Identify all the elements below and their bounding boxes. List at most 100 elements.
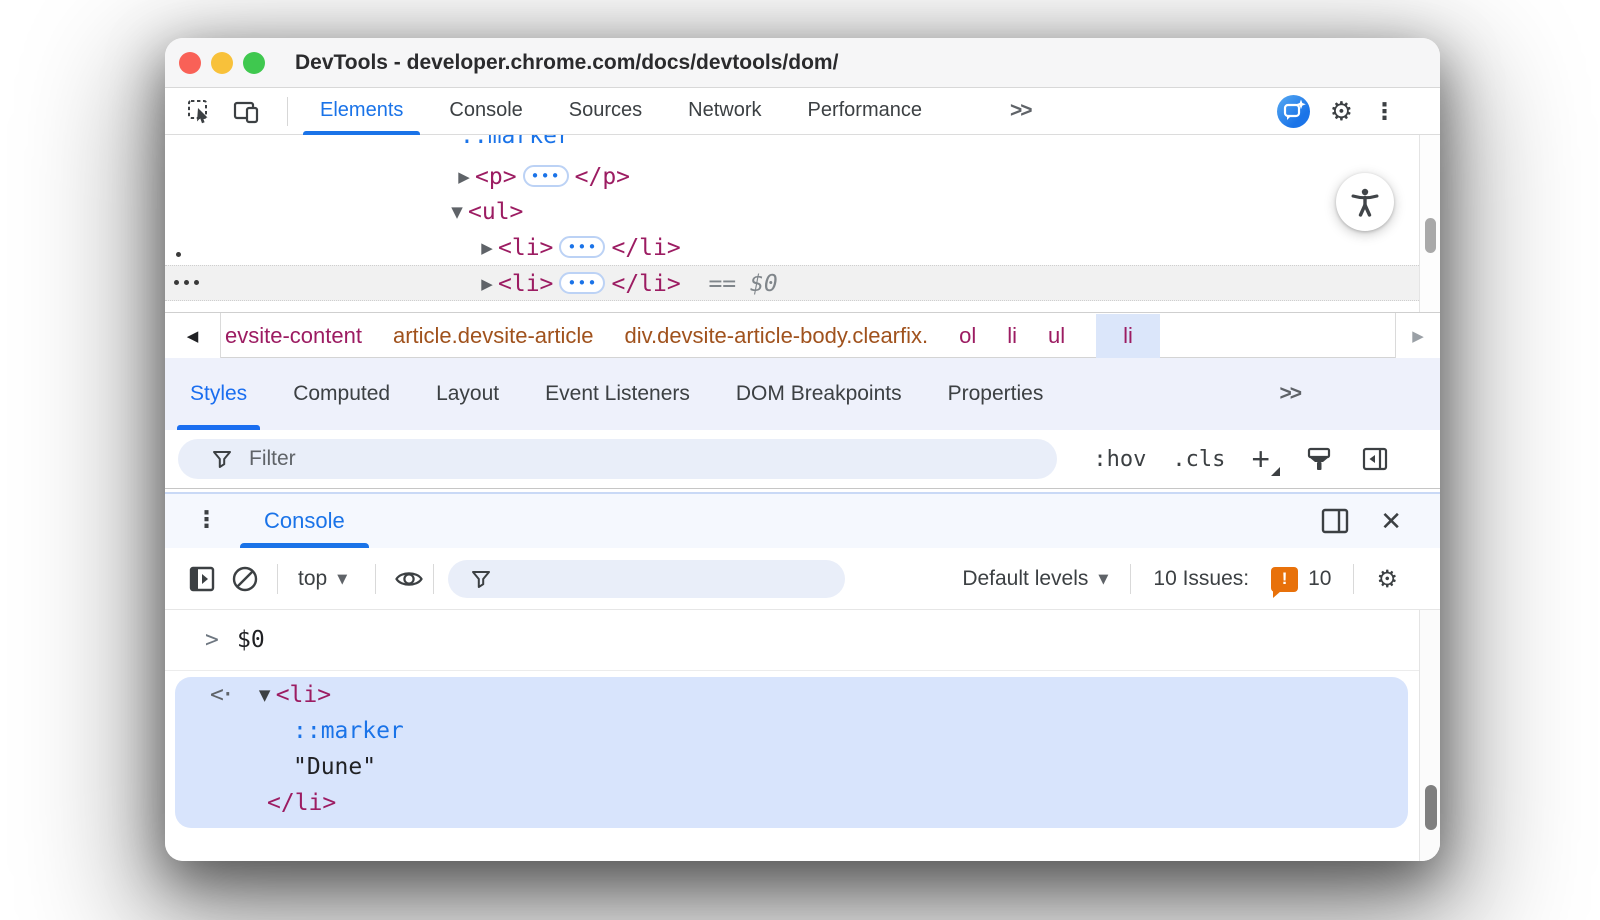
show-console-sidebar-icon[interactable]	[187, 548, 217, 610]
tab-styles[interactable]: Styles	[167, 358, 270, 430]
gutter-dot	[194, 280, 199, 285]
window-title: DevTools - developer.chrome.com/docs/dev…	[295, 38, 838, 88]
inline-expand-icon[interactable]: •••	[559, 272, 605, 294]
titlebar: DevTools - developer.chrome.com/docs/dev…	[165, 38, 1440, 88]
inspect-element-icon[interactable]	[185, 97, 215, 127]
dom-row-li-1[interactable]: ▶<li>•••</li>	[165, 230, 1419, 266]
console-filter-input[interactable]	[448, 560, 845, 598]
drawer-tab-console[interactable]: Console	[240, 494, 369, 548]
settings-gear-icon[interactable]: ⚙	[1330, 99, 1353, 125]
collapse-panel-icon[interactable]	[1360, 444, 1390, 474]
toolbar-divider	[375, 564, 376, 594]
breadcrumb-item[interactable]: ol	[959, 323, 976, 349]
issues-badge-icon[interactable]: !	[1271, 567, 1298, 592]
split-panel-icon[interactable]	[1320, 507, 1350, 535]
tab-dom-breakpoints[interactable]: DOM Breakpoints	[713, 358, 925, 430]
clear-console-icon[interactable]	[229, 548, 261, 610]
live-expression-eye-icon[interactable]	[393, 548, 425, 610]
more-tabs-icon[interactable]: >>	[1010, 88, 1031, 135]
dom-row-ul[interactable]: ▼<ul>	[165, 194, 1419, 230]
breadcrumb-scroll-right-button[interactable]: ▶	[1395, 313, 1440, 358]
new-style-rule-button[interactable]: +	[1251, 444, 1278, 474]
returned-value-icon: <·	[210, 682, 232, 708]
twisty-expanded-icon[interactable]: ▼	[446, 194, 468, 230]
tab-sources[interactable]: Sources	[546, 88, 665, 135]
dom-row-li-selected[interactable]: ▶<li>•••</li> == $0	[165, 265, 1419, 301]
chevron-down-icon: ▼	[1098, 572, 1108, 587]
inline-expand-icon[interactable]: •••	[523, 165, 569, 187]
toolbar-divider	[1353, 564, 1354, 594]
log-levels-dropdown[interactable]: Default levels ▼	[962, 567, 1108, 591]
dom-row-p[interactable]: ▶<p>•••</p>	[165, 159, 1419, 195]
devtools-window: DevTools - developer.chrome.com/docs/dev…	[165, 38, 1440, 861]
toolbar-divider	[287, 97, 288, 126]
breadcrumb-item[interactable]: ul	[1048, 323, 1065, 349]
issues-count-label[interactable]: 10 Issues:	[1153, 567, 1249, 591]
tab-event-listeners[interactable]: Event Listeners	[522, 358, 713, 430]
filter-placeholder: Filter	[249, 447, 296, 471]
tab-properties[interactable]: Properties	[925, 358, 1067, 430]
breadcrumb: ◀ evsite-content article.devsite-article…	[165, 312, 1440, 358]
main-menu-kebab-icon[interactable]: ⋮	[1373, 99, 1396, 125]
breadcrumb-item[interactable]: article.devsite-article	[393, 323, 594, 349]
twisty-collapsed-icon[interactable]: ▶	[476, 230, 498, 266]
command-prompt-icon: >	[205, 610, 219, 671]
twisty-collapsed-icon[interactable]: ▶	[453, 159, 475, 195]
breadcrumb-item[interactable]: div.devsite-article-body.clearfix.	[624, 323, 928, 349]
close-drawer-icon[interactable]: ✕	[1380, 506, 1402, 537]
pseudo-element-node[interactable]: ::marker	[293, 718, 404, 744]
command-text: $0	[237, 610, 265, 671]
elements-scrollbar-thumb[interactable]	[1425, 218, 1436, 253]
gutter-dot	[176, 252, 181, 257]
breadcrumb-scroll-left-button[interactable]: ◀	[165, 313, 221, 358]
console-result-selected[interactable]: <·▼<li> ::marker "Dune" </li>	[175, 677, 1408, 828]
breadcrumb-item[interactable]: li	[1007, 323, 1017, 349]
toolbar-divider	[1130, 564, 1131, 594]
styles-filter-bar: Filter :hov .cls +	[165, 430, 1440, 488]
filter-funnel-icon	[470, 568, 492, 590]
elements-dom-tree: ::marker ▶<p>•••</p> ▼<ul> ▶<li>•••</li>…	[165, 135, 1440, 312]
tab-performance[interactable]: Performance	[785, 88, 946, 135]
inline-expand-icon[interactable]: •••	[559, 236, 605, 258]
twisty-expanded-icon[interactable]: ▼	[254, 677, 276, 713]
tab-console[interactable]: Console	[426, 88, 545, 135]
tab-elements[interactable]: Elements	[297, 88, 426, 135]
breadcrumb-item-selected[interactable]: li	[1096, 314, 1160, 358]
gutter-dot	[184, 280, 189, 285]
drawer-header: ⋮ Console ✕	[165, 494, 1440, 548]
tab-network[interactable]: Network	[665, 88, 784, 135]
more-tabs-icon[interactable]: >>	[1279, 358, 1300, 430]
ai-assistance-icon[interactable]	[1277, 95, 1310, 128]
element-class-toggle[interactable]: .cls	[1172, 447, 1225, 472]
minimize-window-button[interactable]	[211, 52, 233, 74]
tab-layout[interactable]: Layout	[413, 358, 522, 430]
toolbar-divider	[433, 564, 434, 594]
main-toolbar: Elements Console Sources Network Perform…	[165, 88, 1440, 135]
filter-funnel-icon	[211, 448, 233, 470]
close-window-button[interactable]	[179, 52, 201, 74]
dom-row-marker-clipped[interactable]: ::marker	[165, 135, 1419, 154]
panel-tabs: Elements Console Sources Network Perform…	[297, 88, 945, 135]
zoom-window-button[interactable]	[243, 52, 265, 74]
text-node: "Dune"	[293, 754, 376, 780]
tab-computed[interactable]: Computed	[270, 358, 413, 430]
console-scrollbar-thumb[interactable]	[1425, 785, 1437, 830]
rendering-brush-icon[interactable]	[1304, 444, 1334, 474]
drawer-menu-kebab-icon[interactable]: ⋮	[195, 507, 218, 533]
breadcrumb-item[interactable]: evsite-content	[225, 323, 362, 349]
elements-scrollbar[interactable]	[1419, 135, 1440, 312]
styles-sidebar-tabs: Styles Computed Layout Event Listeners D…	[165, 358, 1440, 430]
console-scrollbar[interactable]	[1419, 610, 1440, 861]
issues-count-value: 10	[1308, 567, 1331, 591]
console-command-row[interactable]: > $0	[165, 610, 1419, 671]
dollar-zero-hint: $0	[750, 271, 778, 297]
device-toolbar-icon[interactable]	[231, 97, 261, 127]
context-selector-dropdown[interactable]: top ▼	[298, 548, 347, 610]
pseudo-state-toggle[interactable]: :hov	[1093, 447, 1146, 472]
styles-filter-input[interactable]: Filter	[178, 439, 1057, 479]
twisty-collapsed-icon[interactable]: ▶	[476, 266, 498, 302]
chevron-left-icon: ◀	[187, 327, 199, 345]
accessibility-fab[interactable]	[1336, 173, 1394, 231]
console-settings-gear-icon[interactable]: ⚙	[1376, 567, 1398, 591]
toolbar-divider	[277, 564, 278, 594]
